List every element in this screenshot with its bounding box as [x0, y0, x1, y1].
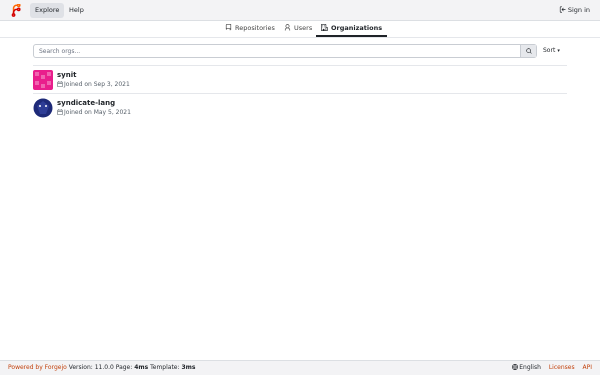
page-footer: Powered by Forgejo Version: 11.0.0 Page:…	[0, 360, 600, 375]
signin-label: Sign in	[567, 6, 590, 14]
org-joined-date: Joined on Sep 3, 2021	[57, 81, 130, 88]
tab-repositories-label: Repositories	[235, 24, 275, 32]
page-time-label: Page:	[115, 364, 133, 371]
powered-by-link[interactable]: Powered by Forgejo	[8, 364, 67, 371]
sort-label: Sort	[543, 47, 556, 54]
tab-users-label: Users	[294, 24, 313, 32]
list-item: synit Joined on Sep 3, 2021	[33, 65, 567, 93]
nav-help[interactable]: Help	[64, 3, 89, 18]
nav-explore[interactable]: Explore	[30, 3, 65, 18]
page-time-value: 4ms	[134, 364, 149, 371]
footer-links: English Licenses API	[512, 361, 592, 375]
caret-down-icon: ▾	[557, 48, 560, 54]
org-joined-label: Joined on May 5, 2021	[64, 109, 131, 116]
forgejo-logo-icon[interactable]	[10, 4, 23, 17]
language-label: English	[519, 364, 541, 371]
search-button[interactable]	[520, 45, 536, 57]
version-text: Version: 11.0.0	[68, 364, 114, 371]
footer-info: Powered by Forgejo Version: 11.0.0 Page:…	[8, 361, 195, 375]
template-time-value: 3ms	[181, 364, 196, 371]
organization-icon	[321, 24, 328, 31]
explore-tabs: Repositories Users Organizations	[0, 21, 600, 38]
avatar[interactable]	[33, 70, 53, 90]
search-input[interactable]	[34, 45, 520, 57]
api-link[interactable]: API	[583, 364, 593, 371]
calendar-icon	[57, 81, 63, 87]
org-name-link[interactable]: syndicate-lang	[57, 99, 115, 107]
person-icon	[284, 24, 291, 31]
tab-users[interactable]: Users	[279, 21, 317, 37]
search-box	[33, 44, 537, 58]
licenses-link[interactable]: Licenses	[549, 364, 575, 371]
org-name-link[interactable]: synit	[57, 71, 76, 79]
tab-organizations-label: Organizations	[331, 24, 383, 32]
signin-link[interactable]: Sign in	[559, 3, 590, 18]
tab-organizations[interactable]: Organizations	[316, 21, 388, 37]
tab-repositories[interactable]: Repositories	[220, 21, 280, 37]
template-time-label: Template:	[150, 364, 180, 371]
list-item: syndicate-lang Joined on May 5, 2021	[33, 93, 567, 121]
globe-icon	[512, 364, 519, 370]
top-navbar: Explore Help Sign in	[0, 0, 600, 21]
org-list: synit Joined on Sep 3, 2021 syndicate-la…	[33, 65, 567, 121]
org-joined-label: Joined on Sep 3, 2021	[64, 81, 130, 88]
sort-dropdown[interactable]: Sort ▾	[543, 47, 560, 54]
avatar[interactable]	[33, 98, 53, 118]
calendar-icon	[57, 109, 63, 115]
language-selector[interactable]: English	[512, 364, 543, 371]
signin-icon	[559, 6, 566, 13]
repo-icon	[225, 24, 232, 31]
org-joined-date: Joined on May 5, 2021	[57, 109, 131, 116]
search-icon	[525, 48, 532, 54]
